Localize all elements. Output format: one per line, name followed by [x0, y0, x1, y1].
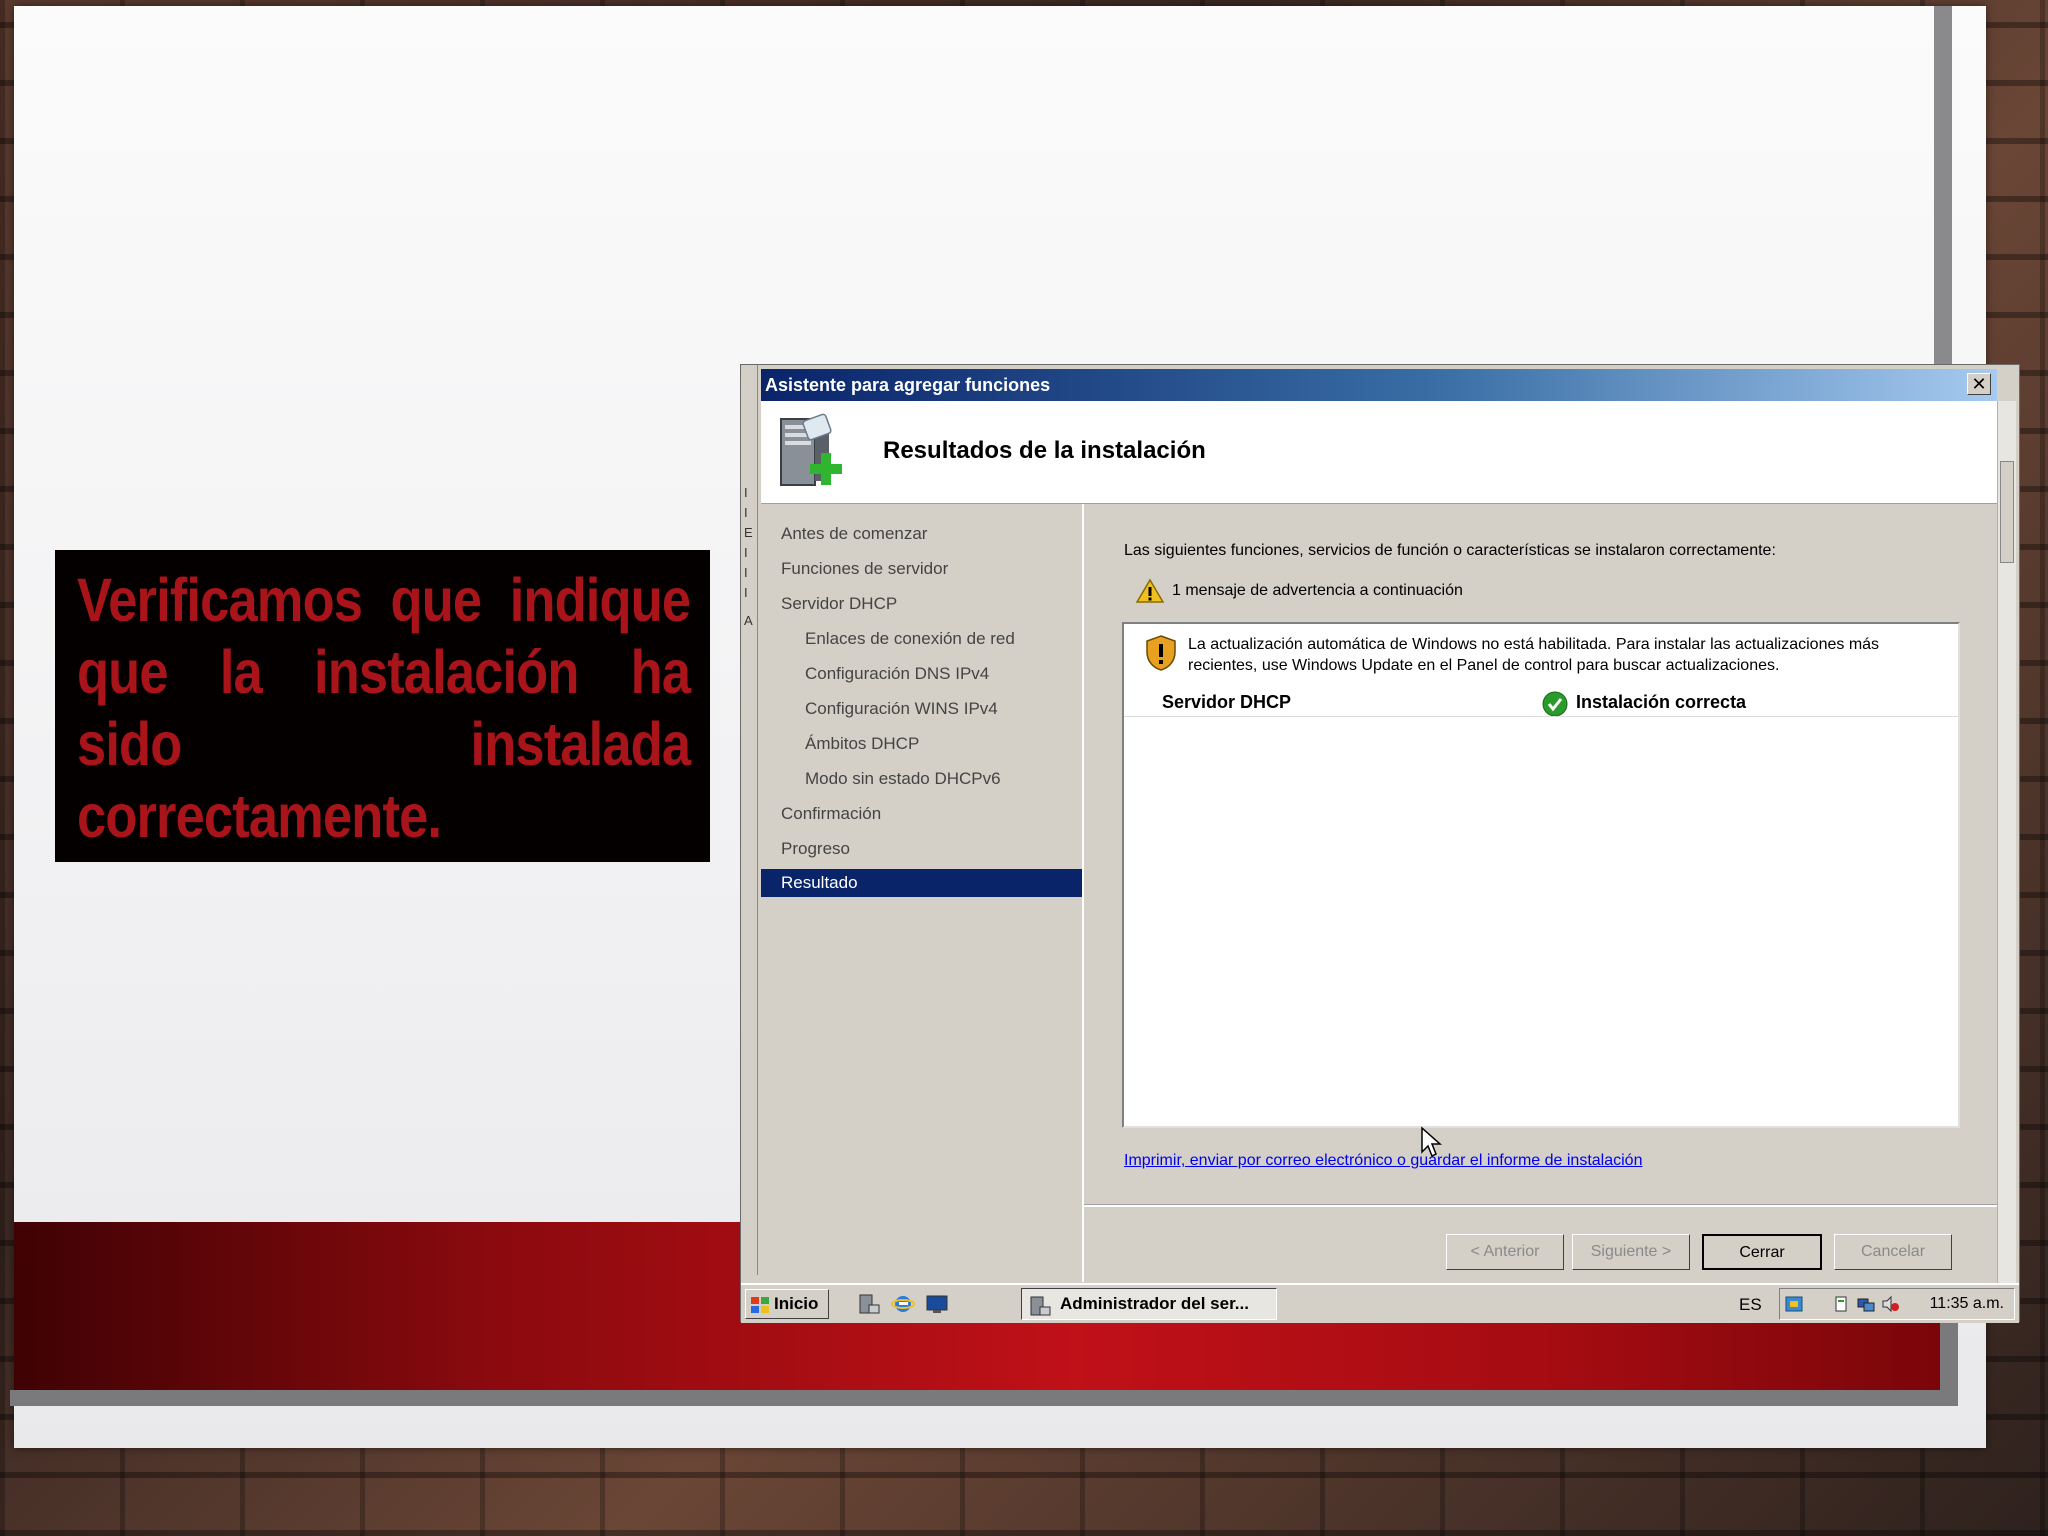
- nav-item-modo-sin-estado-dhcpv6[interactable]: Modo sin estado DHCPv6: [805, 769, 1001, 789]
- close-window-button[interactable]: ✕: [1967, 373, 1991, 395]
- warning-notice-text: La actualización automática de Windows n…: [1188, 636, 1880, 674]
- server-manager-icon[interactable]: [857, 1293, 881, 1315]
- clock[interactable]: 11:35 a.m.: [1930, 1295, 2004, 1313]
- wizard-header: Resultados de la instalación: [761, 401, 1997, 504]
- taskbar-server-manager[interactable]: Administrador del ser...: [1021, 1288, 1277, 1320]
- instruction-callout: Verificamos que indique que la instalaci…: [55, 550, 710, 862]
- intro-text: Las siguientes funciones, servicios de f…: [1124, 542, 1776, 559]
- nav-item-antes-de-comenzar[interactable]: Antes de comenzar: [781, 524, 927, 544]
- language-indicator[interactable]: ES: [1739, 1295, 1762, 1315]
- close-button[interactable]: Cerrar: [1702, 1234, 1822, 1270]
- internet-explorer-icon[interactable]: [891, 1293, 915, 1315]
- nav-item-progreso[interactable]: Progreso: [781, 839, 850, 859]
- nav-item-confirmacion[interactable]: Confirmación: [781, 804, 881, 824]
- next-button[interactable]: Siguiente >: [1572, 1234, 1690, 1270]
- warning-icon: [1136, 578, 1164, 603]
- shield-warning-icon: [1146, 635, 1176, 671]
- nav-item-config-wins-ipv4[interactable]: Configuración WINS IPv4: [805, 699, 998, 719]
- taskbar: Inicio Administrador del ser... ES 11:35…: [741, 1283, 2019, 1323]
- mouse-cursor-icon: [1421, 1126, 1442, 1158]
- row-divider: [1124, 716, 1958, 717]
- nav-item-funciones-de-servidor[interactable]: Funciones de servidor: [781, 559, 948, 579]
- warning-summary-text: 1 mensaje de advertencia a continuación: [1172, 582, 1463, 599]
- wizard-content: Las siguientes funciones, servicios de f…: [1084, 504, 1997, 1282]
- cancel-button[interactable]: Cancelar: [1834, 1234, 1952, 1270]
- nav-item-ambitos-dhcp[interactable]: Ámbitos DHCP: [805, 734, 919, 754]
- title-bar[interactable]: Asistente para agregar funciones ✕: [761, 369, 1997, 401]
- callout-text: Verificamos que indique que la instalaci…: [77, 566, 691, 850]
- scroll-thumb[interactable]: [2000, 461, 2014, 563]
- button-separator: [1084, 1204, 1997, 1207]
- start-label: Inicio: [774, 1294, 819, 1313]
- update-icon[interactable]: [1784, 1294, 1804, 1314]
- installation-report-link[interactable]: Imprimir, enviar por correo electrónico …: [1124, 1152, 1642, 1170]
- result-status-text: Instalación correcta: [1576, 692, 1747, 712]
- nav-item-config-dns-ipv4[interactable]: Configuración DNS IPv4: [805, 664, 989, 684]
- nav-item-servidor-dhcp[interactable]: Servidor DHCP: [781, 594, 897, 614]
- volume-muted-icon[interactable]: [1880, 1294, 1900, 1314]
- background-window-strip: IIEIIIA: [741, 365, 758, 1275]
- back-button[interactable]: < Anterior: [1446, 1234, 1564, 1270]
- wizard-window: IIEIIIA Asistente para agregar funciones…: [740, 364, 2020, 1323]
- task-label: Administrador del ser...: [1060, 1294, 1249, 1313]
- network-icon[interactable]: [1856, 1294, 1876, 1314]
- server-manager-task-icon: [1030, 1296, 1051, 1316]
- system-tray: 11:35 a.m.: [1779, 1288, 2015, 1320]
- show-desktop-icon[interactable]: [925, 1293, 949, 1315]
- background-scrollbar[interactable]: [1997, 401, 2016, 1283]
- window-title: Asistente para agregar funciones: [765, 375, 1051, 395]
- page-title: Resultados de la instalación: [883, 437, 1206, 464]
- start-button[interactable]: Inicio: [745, 1289, 829, 1319]
- wizard-nav: Antes de comenzar Funciones de servidor …: [761, 504, 1084, 1282]
- results-panel: La actualización automática de Windows n…: [1122, 622, 1960, 1128]
- server-add-icon: [780, 413, 842, 486]
- result-role-name: Servidor DHCP: [1162, 692, 1292, 712]
- band-shadow: [10, 1390, 1958, 1406]
- nav-item-enlaces-de-conexion[interactable]: Enlaces de conexión de red: [805, 629, 1015, 649]
- windows-logo-icon: [751, 1297, 769, 1313]
- security-icon[interactable]: [1832, 1294, 1852, 1314]
- nav-item-resultado[interactable]: Resultado: [761, 869, 1082, 897]
- success-check-icon: [1542, 691, 1568, 717]
